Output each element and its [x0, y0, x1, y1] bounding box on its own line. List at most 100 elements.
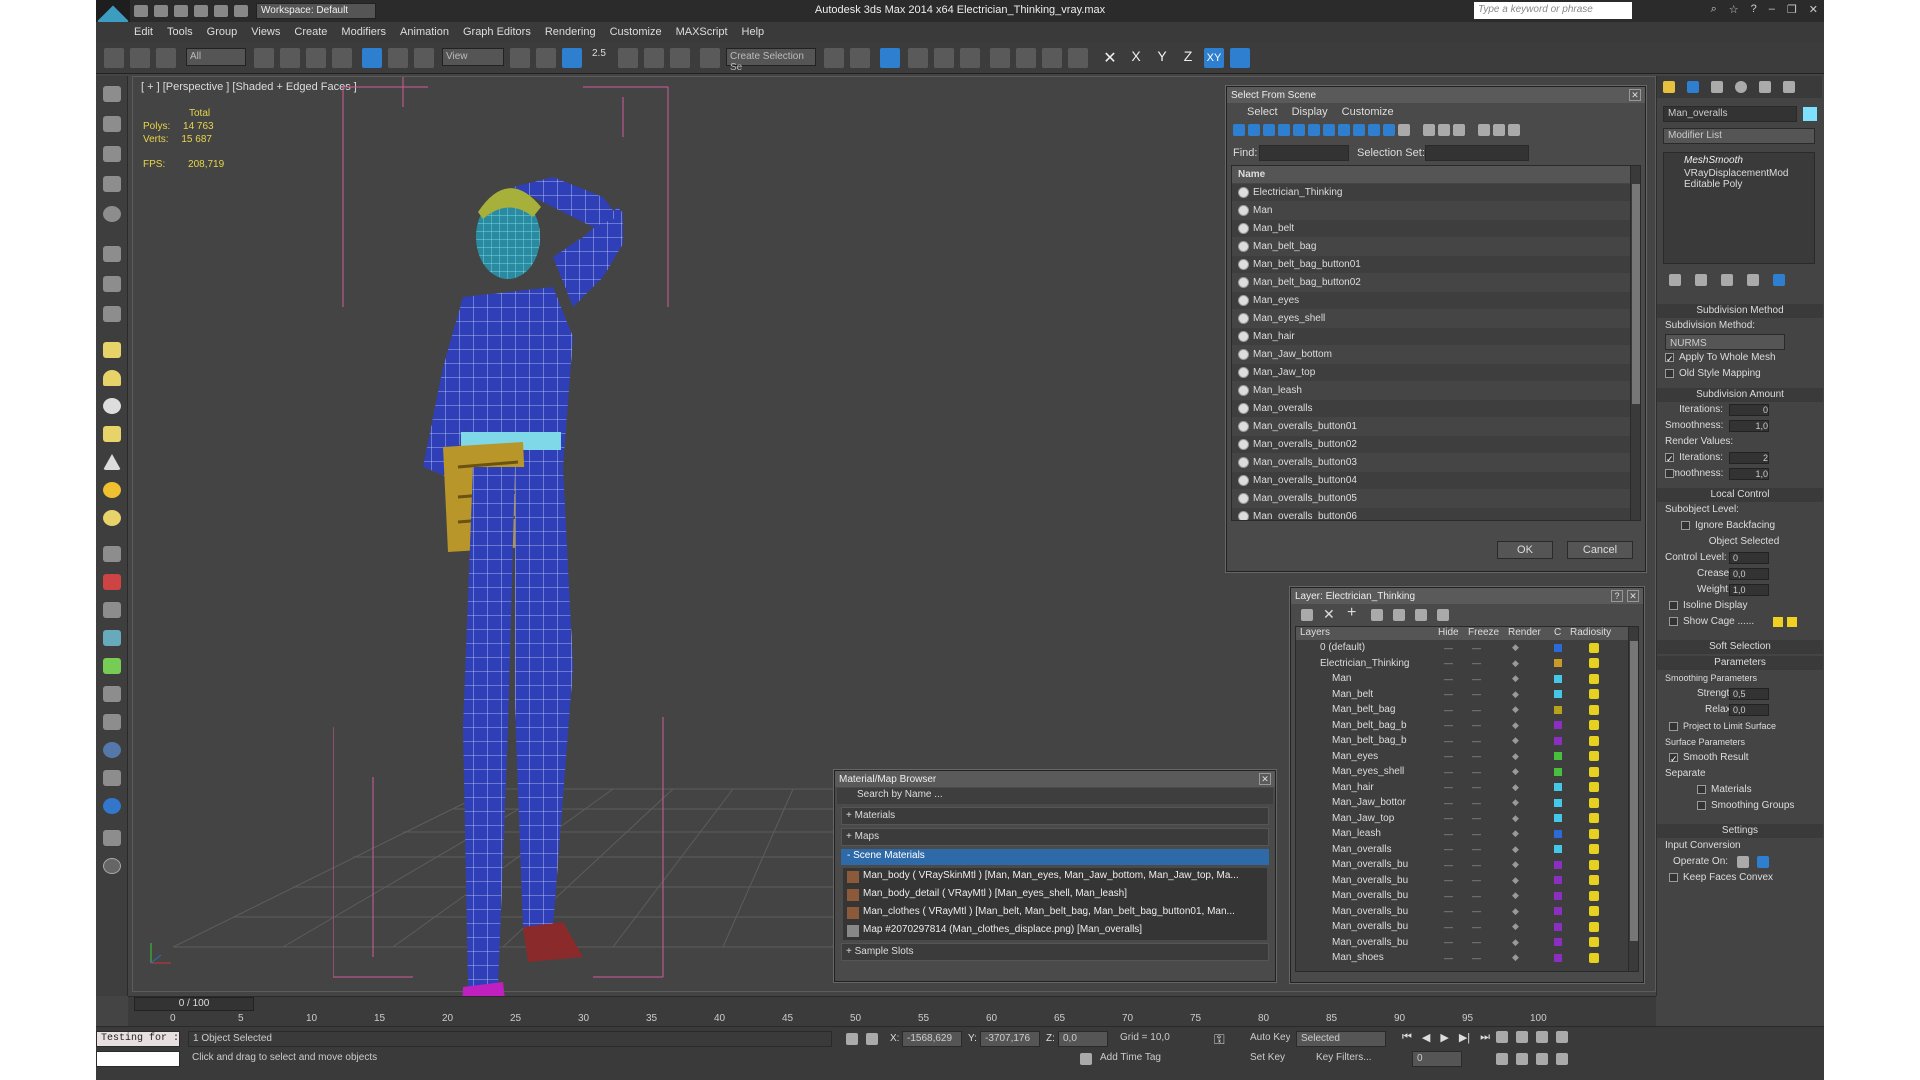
current-frame-input[interactable]: 0	[1412, 1051, 1462, 1067]
layer-color-swatch[interactable]	[1554, 659, 1562, 668]
layer-row[interactable]: Man_Jaw_bottor — — ◆	[1296, 795, 1638, 811]
goto-start-icon[interactable]: ⏮	[1402, 1031, 1412, 1044]
add-to-layer-icon[interactable]: +	[1347, 604, 1356, 622]
container-filter-icon[interactable]	[1368, 124, 1380, 136]
bind-spacewarp-icon[interactable]	[156, 48, 176, 68]
layer-row[interactable]: Man_eyes_shell — — ◆	[1296, 764, 1638, 780]
dynamics-icon[interactable]	[103, 574, 121, 590]
hide-toggle[interactable]: —	[1444, 813, 1453, 823]
radiosity-icon[interactable]	[1589, 782, 1599, 793]
hidden-filter-icon[interactable]	[1398, 124, 1410, 136]
redo-icon[interactable]	[214, 5, 228, 17]
hide-toggle[interactable]: —	[1444, 860, 1453, 870]
help-icon[interactable]: ?	[1611, 590, 1623, 602]
utilities-icon[interactable]	[103, 770, 121, 786]
menu-graph-editors[interactable]: Graph Editors	[463, 26, 531, 38]
material-browser-titlebar[interactable]: Material/Map Browser ✕	[835, 771, 1275, 787]
key-filters-button[interactable]: Key Filters...	[1312, 1051, 1392, 1067]
render-toggle[interactable]: ◆	[1512, 937, 1519, 948]
layer-color-swatch[interactable]	[1554, 798, 1562, 807]
scene-list-item[interactable]: Man_overalls_button06	[1232, 508, 1640, 520]
hierarchy-icon[interactable]	[1493, 124, 1505, 136]
box-icon[interactable]	[103, 146, 121, 162]
layer-row[interactable]: Man_belt — — ◆	[1296, 687, 1638, 703]
scene-list-item[interactable]: Man_belt_bag_button02	[1232, 274, 1640, 292]
control-level-spinner[interactable]: 0	[1729, 552, 1769, 564]
select-move-icon[interactable]	[362, 48, 382, 68]
layer-row[interactable]: Man_Jaw_top — — ◆	[1296, 811, 1638, 827]
pin-stack-icon[interactable]	[1669, 274, 1681, 286]
col-radiosity[interactable]: Radiosity	[1570, 627, 1611, 638]
local-control-rollout[interactable]: Local Control	[1657, 488, 1823, 502]
render-toggle[interactable]: ◆	[1512, 642, 1519, 653]
menu-edit[interactable]: Edit	[134, 26, 153, 38]
separate-materials-checkbox[interactable]	[1697, 784, 1706, 794]
radiosity-icon[interactable]	[1589, 658, 1599, 669]
camera-filter-icon[interactable]	[1278, 124, 1290, 136]
display-menu[interactable]: Display	[1292, 106, 1328, 118]
layer-row[interactable]: Man_eyes — — ◆	[1296, 749, 1638, 765]
layer-color-swatch[interactable]	[1554, 752, 1562, 761]
freeze-toggle[interactable]: —	[1472, 813, 1481, 823]
zoom-extents-all-icon[interactable]	[1556, 1031, 1568, 1043]
scene-list-item[interactable]: Man_hair	[1232, 328, 1640, 346]
render-smoothness-checkbox[interactable]	[1665, 469, 1674, 478]
material-editor-icon[interactable]	[990, 48, 1010, 68]
display-none-icon[interactable]	[1438, 124, 1450, 136]
scene-list-item[interactable]: Man_leash	[1232, 382, 1640, 400]
curve-editor-icon[interactable]	[934, 48, 954, 68]
axis-z-button[interactable]: Z	[1178, 48, 1198, 68]
rect-selection-icon[interactable]	[306, 48, 326, 68]
layer-color-swatch[interactable]	[1554, 922, 1562, 931]
maximize-viewport-icon[interactable]	[1556, 1053, 1568, 1065]
key-icon[interactable]: ⚿	[1214, 1031, 1238, 1047]
layer-color-swatch[interactable]	[1554, 829, 1562, 838]
render-toggle[interactable]: ◆	[1512, 766, 1519, 777]
separate-groups-checkbox[interactable]	[1697, 800, 1706, 810]
layer-row[interactable]: Man_shoes — — ◆	[1296, 950, 1638, 966]
zoom-extents-icon[interactable]	[1536, 1031, 1548, 1043]
hide-toggle[interactable]: —	[1444, 674, 1453, 684]
render-toggle[interactable]: ◆	[1512, 658, 1519, 669]
hierarchy-tab-icon[interactable]	[1711, 81, 1723, 93]
layer-color-swatch[interactable]	[1554, 814, 1562, 823]
radiosity-icon[interactable]	[1589, 642, 1599, 653]
mirror-icon[interactable]	[824, 48, 844, 68]
viewport-icon[interactable]	[103, 116, 121, 132]
radiosity-icon[interactable]	[1589, 937, 1599, 948]
sample-slots-group[interactable]: + Sample Slots	[841, 943, 1269, 961]
radiosity-icon[interactable]	[1589, 844, 1599, 855]
freeze-toggle[interactable]: —	[1472, 798, 1481, 808]
layer-row[interactable]: Man_belt_bag_b — — ◆	[1296, 733, 1638, 749]
render-toggle[interactable]: ◆	[1512, 906, 1519, 917]
bone-filter-icon[interactable]	[1353, 124, 1365, 136]
scene-list-item[interactable]: Man_overalls_button05	[1232, 490, 1640, 508]
layer-color-swatch[interactable]	[1554, 767, 1562, 776]
filter-icon[interactable]	[1478, 124, 1490, 136]
customize-menu[interactable]: Customize	[1342, 106, 1394, 118]
torus-icon[interactable]	[103, 426, 121, 442]
freeze-toggle[interactable]: —	[1472, 720, 1481, 730]
hide-toggle[interactable]: —	[1444, 689, 1453, 699]
render-toggle[interactable]: ◆	[1512, 797, 1519, 808]
stack-editable-poly[interactable]: Editable Poly	[1664, 179, 1814, 190]
scene-materials-group[interactable]: - Scene Materials	[841, 849, 1269, 865]
new-layer-icon[interactable]	[1301, 609, 1313, 621]
list-scrollbar[interactable]	[1630, 166, 1640, 520]
named-selection-dropdown[interactable]: Create Selection Se	[726, 48, 816, 73]
scene-states-icon[interactable]	[103, 830, 121, 846]
grid-icon[interactable]	[103, 176, 121, 192]
freeze-toggle[interactable]: —	[1472, 751, 1481, 761]
utilities-tab-icon[interactable]	[1783, 81, 1795, 93]
scene-list-item[interactable]: Man_overalls_button03	[1232, 454, 1640, 472]
make-unique-icon[interactable]	[1721, 274, 1733, 286]
old-style-mapping-checkbox[interactable]	[1665, 368, 1674, 378]
zoom-all-icon[interactable]	[1516, 1031, 1528, 1043]
freeze-toggle[interactable]: —	[1472, 922, 1481, 932]
isoline-display-checkbox[interactable]	[1669, 600, 1678, 610]
layer-row[interactable]: Man_overalls_bu — — ◆	[1296, 888, 1638, 904]
axis-x-button[interactable]: X	[1126, 48, 1146, 68]
maxscript-listener[interactable]: Testing for :	[96, 1031, 180, 1047]
helper-icon[interactable]	[103, 276, 121, 292]
menu-rendering[interactable]: Rendering	[545, 26, 596, 38]
